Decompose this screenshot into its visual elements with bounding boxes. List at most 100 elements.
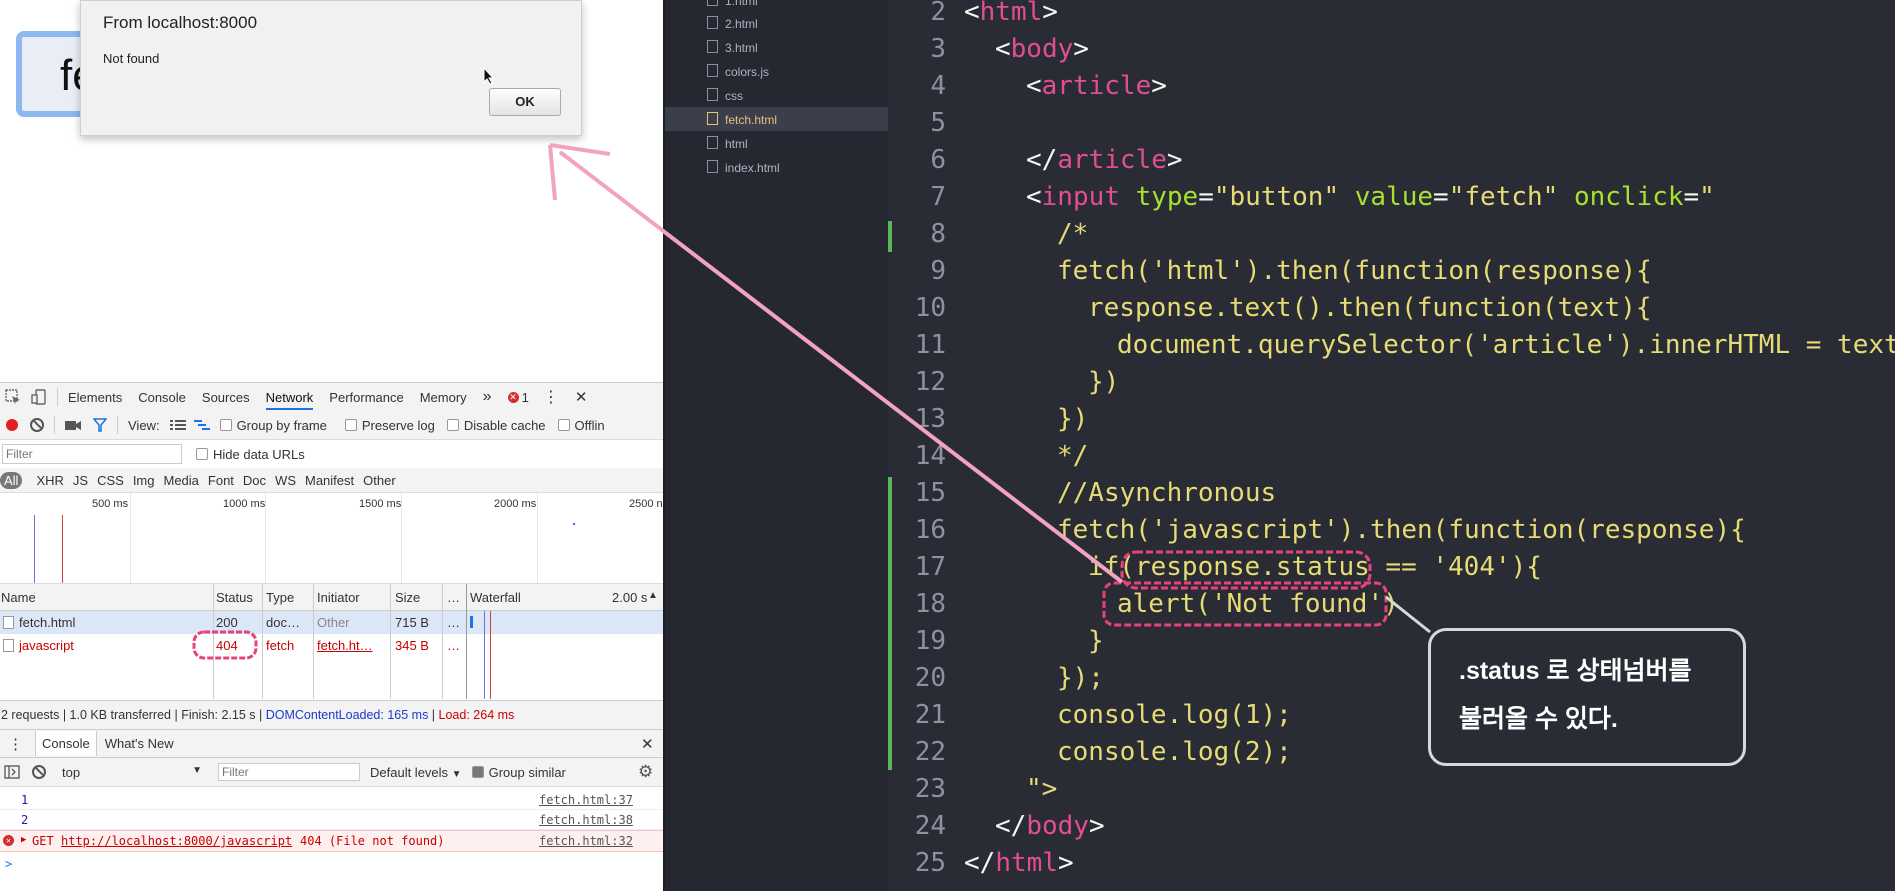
load-marker [62,515,63,583]
timeline-tick: 500 ms [92,498,129,510]
log-text: 2 [21,813,29,827]
log-source-link[interactable]: fetch.html:38 [539,813,633,827]
view-label: View: [128,417,160,433]
code-line: <html> [964,0,1058,27]
tab-console[interactable]: Console [138,390,186,405]
type-filter-manifest[interactable]: Manifest [305,473,354,488]
tab-performance[interactable]: Performance [329,390,403,405]
offline-checkbox[interactable] [557,419,570,431]
code-line: }) [1057,404,1089,434]
col-waterfall-scale: 2.00 s [612,590,648,605]
row-type: doc… [266,615,300,630]
waterfall-view-icon[interactable] [193,419,210,431]
drawer-tab-whats-new[interactable]: What's New [105,736,174,751]
log-levels-select[interactable]: Default levels ▼ [370,765,462,780]
close-devtools-icon[interactable]: ✕ [575,388,588,406]
group-by-frame-checkbox[interactable] [219,419,232,431]
col-type[interactable]: Type [266,590,294,605]
error-icon: ✕ [3,835,14,846]
device-toggle-icon[interactable] [31,389,47,405]
type-filter-bar: All XHR JS CSS Img Media Font Doc WS Man… [0,468,665,493]
filter-icon[interactable] [93,418,107,432]
network-filter-input[interactable] [2,444,182,464]
line-number: 19 [914,626,946,656]
code-line: } [1088,626,1104,656]
group-similar-checkbox[interactable] [471,766,484,778]
type-filter-css[interactable]: CSS [97,473,124,488]
drawer-tab-console[interactable]: Console [35,731,97,756]
timeline-tick: 1500 ms [359,498,402,510]
type-filter-other[interactable]: Other [363,473,396,488]
error-source-link[interactable]: fetch.html:32 [539,834,633,848]
line-number: 13 [914,404,946,434]
line-number: 11 [914,330,946,360]
file-item[interactable]: html [707,136,748,151]
console-filter-input[interactable] [218,763,360,781]
code-line: </article> [1026,145,1183,175]
file-item[interactable]: css [707,88,743,103]
code-area[interactable]: 2 3 4 5 6 7 8 9 10 11 12 13 14 15 16 17 … [888,0,1895,891]
preserve-log-checkbox[interactable] [344,419,357,431]
drawer-tabbar: ⋮ Console What's New ✕ [0,730,665,758]
col-size[interactable]: Size [395,590,420,605]
console-clear-icon[interactable] [32,765,46,779]
col-initiator[interactable]: Initiator [317,590,360,605]
error-url-link[interactable]: http://localhost:8000/javascript [61,834,292,848]
type-filter-xhr[interactable]: XHR [36,473,63,488]
drawer-menu-icon[interactable]: ⋮ [8,735,23,753]
col-waterfall[interactable]: Waterfall [470,590,521,605]
file-tree: 1.html 2.html 3.html colors.js css fetch… [665,0,900,891]
type-filter-font[interactable]: Font [208,473,234,488]
disable-cache-checkbox[interactable] [446,419,459,431]
file-item[interactable]: colors.js [707,64,769,79]
col-name[interactable]: Name [1,590,36,605]
type-filter-js[interactable]: JS [73,473,88,488]
type-filter-media[interactable]: Media [163,473,198,488]
clear-icon[interactable] [30,418,44,432]
close-drawer-icon[interactable]: ✕ [641,735,654,753]
code-line: /* [1057,219,1089,249]
alert-ok-button[interactable]: OK [489,88,561,116]
type-filter-ws[interactable]: WS [275,473,296,488]
file-item[interactable]: index.html [707,160,780,175]
tab-memory[interactable]: Memory [420,390,467,405]
row-initiator[interactable]: fetch.ht… [317,638,373,653]
settings-gear-icon[interactable]: ⚙ [638,762,653,782]
type-filter-img[interactable]: Img [133,473,155,488]
waterfall-bar [470,616,473,628]
error-count-badge[interactable]: ✕ 1 [507,390,529,405]
sidebar-toggle-icon[interactable] [4,765,20,779]
line-number: 21 [914,700,946,730]
col-more[interactable]: … [447,590,460,605]
type-filter-all[interactable]: All [0,471,23,489]
list-view-icon[interactable] [169,419,186,431]
file-icon [707,88,718,101]
file-item[interactable]: 2.html [707,16,758,31]
tab-elements[interactable]: Elements [68,390,122,405]
tab-sources[interactable]: Sources [202,390,250,405]
summary-dcl: DOMContentLoaded: 165 ms [265,708,429,722]
col-status[interactable]: Status [216,590,253,605]
file-item[interactable]: 1.html [707,0,758,8]
file-item-selected[interactable]: fetch.html [707,112,777,127]
kebab-menu-icon[interactable]: ⋮ [543,387,559,407]
expand-triangle-icon[interactable]: ▶ [21,835,26,845]
browser-window: fe From localhost:8000 Not found OK Elem… [0,0,665,891]
log-source-link[interactable]: fetch.html:37 [539,793,633,807]
filter-row: Hide data URLs [0,440,665,468]
hide-data-urls-checkbox[interactable] [196,448,208,460]
camera-icon[interactable] [65,419,81,431]
code-line: alert('Not found') [1117,589,1399,619]
file-icon [3,639,14,652]
hide-data-urls-label: Hide data URLs [213,446,305,462]
type-filter-doc[interactable]: Doc [243,473,266,488]
inspect-icon[interactable] [5,389,21,405]
console-message: 2 fetch.html:38 [0,810,665,830]
more-tabs-button[interactable]: » [483,388,492,406]
console-prompt[interactable]: > [5,857,12,871]
tab-network[interactable]: Network [265,390,314,410]
file-item[interactable]: 3.html [707,40,758,55]
line-number: 6 [930,145,946,175]
context-select[interactable]: top ▼ [62,765,202,780]
record-icon[interactable] [6,419,18,431]
